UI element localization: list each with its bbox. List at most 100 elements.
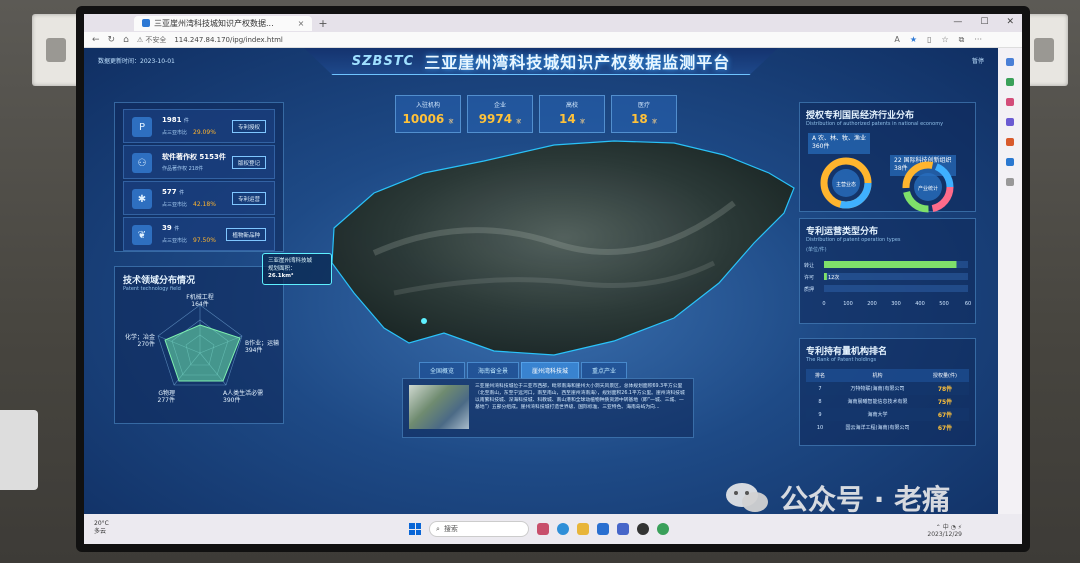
stat-row-copyright: ⚇ 软件著作权 5153件 作品著作权 218件 版权登记 bbox=[123, 145, 275, 179]
shopping-icon[interactable] bbox=[1006, 78, 1014, 86]
taskbar-search-label: 搜索 bbox=[443, 525, 458, 533]
pie-right-chart[interactable]: 产业统计 bbox=[892, 155, 972, 215]
copyright-registration-button[interactable]: 版权登记 bbox=[231, 156, 266, 169]
pie-left-chart[interactable]: 主营业态 bbox=[810, 151, 890, 211]
search-icon[interactable] bbox=[1006, 58, 1014, 66]
ops-bar[interactable] bbox=[824, 261, 957, 268]
location-name: 三亚崖州湾科技城 bbox=[268, 258, 313, 264]
rank-count: 67件 bbox=[937, 412, 953, 419]
tab-key-industries[interactable]: 重点产业 bbox=[581, 362, 628, 379]
rank-panel: 专利持有量机构排名 The Rank of Patent holdings 排名… bbox=[799, 338, 976, 446]
office-icon[interactable] bbox=[1006, 138, 1014, 146]
browser-sidebar bbox=[998, 48, 1022, 514]
ops-tick-label: 300 bbox=[891, 301, 901, 307]
stats-panel: P 1981 件 占三亚市比 29.09% 专利授权 ⚇ 软件著作权 5153件 … bbox=[114, 102, 284, 252]
favorites-icon[interactable]: ☆ bbox=[941, 35, 948, 45]
stat-value: 577 bbox=[162, 188, 177, 196]
split-screen-icon[interactable]: ▯ bbox=[927, 35, 931, 45]
explorer-icon[interactable] bbox=[577, 523, 589, 535]
kpi-enterprises: 企业 9974 家 bbox=[467, 95, 533, 133]
rank-number: 7 bbox=[818, 385, 822, 392]
ops-row-label: 质押 bbox=[804, 286, 814, 293]
location-marker-icon[interactable] bbox=[421, 318, 427, 324]
ops-tick-label: 400 bbox=[915, 301, 925, 307]
radar-label-g: G物理 bbox=[158, 389, 175, 397]
radar-count-c: 270件 bbox=[138, 340, 155, 348]
store-icon[interactable] bbox=[617, 523, 629, 535]
radar-label-c: 化学；冶金 bbox=[125, 333, 155, 341]
plant-variety-button[interactable]: 植物新品种 bbox=[226, 228, 266, 241]
patent-grant-button[interactable]: 专利授权 bbox=[231, 120, 266, 133]
intro-panel: 三亚崖州湾科技城位于三亚市西部，毗邻南海和崖州大小洞天风景区，总体规划面积69.… bbox=[402, 378, 694, 438]
refresh-icon[interactable]: ↻ bbox=[108, 35, 116, 45]
tab-yazhou-bay[interactable]: 崖州湾科技城 bbox=[521, 362, 580, 379]
stat-percent: 42.18% bbox=[193, 201, 216, 208]
media-icon[interactable] bbox=[637, 523, 649, 535]
more-icon[interactable]: ··· bbox=[974, 35, 982, 45]
maximize-icon[interactable]: ☐ bbox=[980, 17, 988, 27]
system-tray[interactable]: ⌃ 中 ◔ ⚡ 2023/12/29 bbox=[927, 522, 962, 538]
ops-bar-track bbox=[824, 273, 968, 280]
ops-bar[interactable] bbox=[824, 273, 827, 280]
edge-icon[interactable] bbox=[557, 523, 569, 535]
tab-hainan-panorama[interactable]: 海南省全景 bbox=[467, 362, 520, 379]
location-area-value: 26.1km² bbox=[268, 273, 294, 280]
table-row[interactable]: 8 海南晨曦智能信息技术有限 75件 bbox=[806, 395, 969, 408]
rank-header-rank: 排名 bbox=[814, 373, 825, 379]
island-map[interactable] bbox=[314, 133, 804, 363]
mail-icon[interactable] bbox=[597, 523, 609, 535]
taskbar-search[interactable]: ⌕ 搜索 bbox=[429, 521, 529, 537]
radar-label-a: A人类生活必需 bbox=[223, 389, 263, 397]
chat-icon[interactable] bbox=[657, 523, 669, 535]
rank-number: 9 bbox=[818, 411, 822, 418]
stat-row-patent: P 1981 件 占三亚市比 29.09% 专利授权 bbox=[123, 109, 275, 143]
table-row[interactable]: 9 海南大学 67件 bbox=[806, 408, 969, 421]
address-bar: ← ↻ ⌂ ⚠ 不安全 114.247.84.170/ipg/index.htm… bbox=[84, 32, 1022, 48]
new-tab-button[interactable]: + bbox=[318, 17, 327, 30]
add-sidebar-icon[interactable] bbox=[1006, 178, 1014, 186]
dashboard: 数据更新时间：2023-10-01 SZBSTC 三亚崖州湾科技城知识产权数据监… bbox=[84, 48, 998, 514]
rank-count: 67件 bbox=[937, 425, 953, 432]
ops-tick-label: 200 bbox=[867, 301, 877, 307]
ops-tick-label: 100 bbox=[843, 301, 853, 307]
weather-widget[interactable]: 20°C 多云 bbox=[94, 520, 109, 536]
window-close-icon[interactable]: ✕ bbox=[1006, 17, 1014, 27]
kpi-value: 9974 bbox=[478, 112, 513, 126]
rank-subtitle: The Rank of Patent holdings bbox=[806, 357, 877, 363]
url-input[interactable]: 114.247.84.170/ipg/index.html bbox=[174, 36, 283, 44]
tab-national-overview[interactable]: 全国概览 bbox=[419, 362, 466, 379]
read-aloud-icon[interactable]: A bbox=[894, 35, 899, 45]
map-location-label[interactable]: 三亚崖州湾科技城 规划面积： 26.1km² bbox=[262, 253, 332, 285]
tab-close-icon[interactable]: × bbox=[298, 19, 305, 28]
ops-tick-label: 500 bbox=[939, 301, 949, 307]
rank-header-count: 授权量(件) bbox=[933, 373, 957, 379]
ops-bar-track bbox=[824, 285, 968, 292]
browser-tab[interactable]: 三亚崖州湾科技城知识产权数据... × bbox=[134, 15, 313, 31]
stat-value: 1981 bbox=[162, 116, 182, 124]
table-row[interactable]: 10 国云海洋工程(海南)有限公司 67件 bbox=[806, 421, 969, 434]
rank-body: 7 万特物联(海南)有限公司 78件 8 海南晨曦智能信息技术有限 75件 9 … bbox=[806, 382, 969, 434]
taskview-icon[interactable] bbox=[537, 523, 549, 535]
pause-button[interactable]: 暂停 bbox=[972, 56, 984, 65]
stat-percent: 29.09% bbox=[193, 129, 216, 136]
patent-operation-button[interactable]: 专利运营 bbox=[231, 192, 266, 205]
ops-tick-label: 0 bbox=[822, 301, 825, 307]
favorite-star-icon[interactable]: ★ bbox=[910, 35, 917, 45]
table-row[interactable]: 7 万特物联(海南)有限公司 78件 bbox=[806, 382, 969, 395]
home-icon[interactable]: ⌂ bbox=[123, 35, 129, 45]
ops-row-label: 许可 bbox=[804, 274, 814, 281]
screen: 三亚崖州湾科技城知识产权数据... × + — ☐ ✕ ← ↻ ⌂ ⚠ 不安全 … bbox=[84, 14, 1022, 544]
outlook-icon[interactable] bbox=[1006, 158, 1014, 166]
back-icon[interactable]: ← bbox=[92, 35, 100, 45]
radar-title: 技术领域分布情况 bbox=[123, 276, 196, 286]
kpi-unit: 家 bbox=[579, 119, 585, 125]
minimize-icon[interactable]: — bbox=[953, 17, 962, 27]
tech-field-panel: 技术领域分布情况 Patent technology field F机械工程 1… bbox=[114, 266, 284, 424]
windows-start-icon[interactable] bbox=[409, 523, 421, 535]
operation-icon: ✱ bbox=[132, 189, 152, 209]
security-warning[interactable]: ⚠ 不安全 bbox=[137, 35, 167, 45]
radar-label-b: B作业；运输 bbox=[245, 339, 279, 347]
tools-icon[interactable] bbox=[1006, 98, 1014, 106]
games-icon[interactable] bbox=[1006, 118, 1014, 126]
collections-icon[interactable]: ⧉ bbox=[959, 35, 965, 45]
